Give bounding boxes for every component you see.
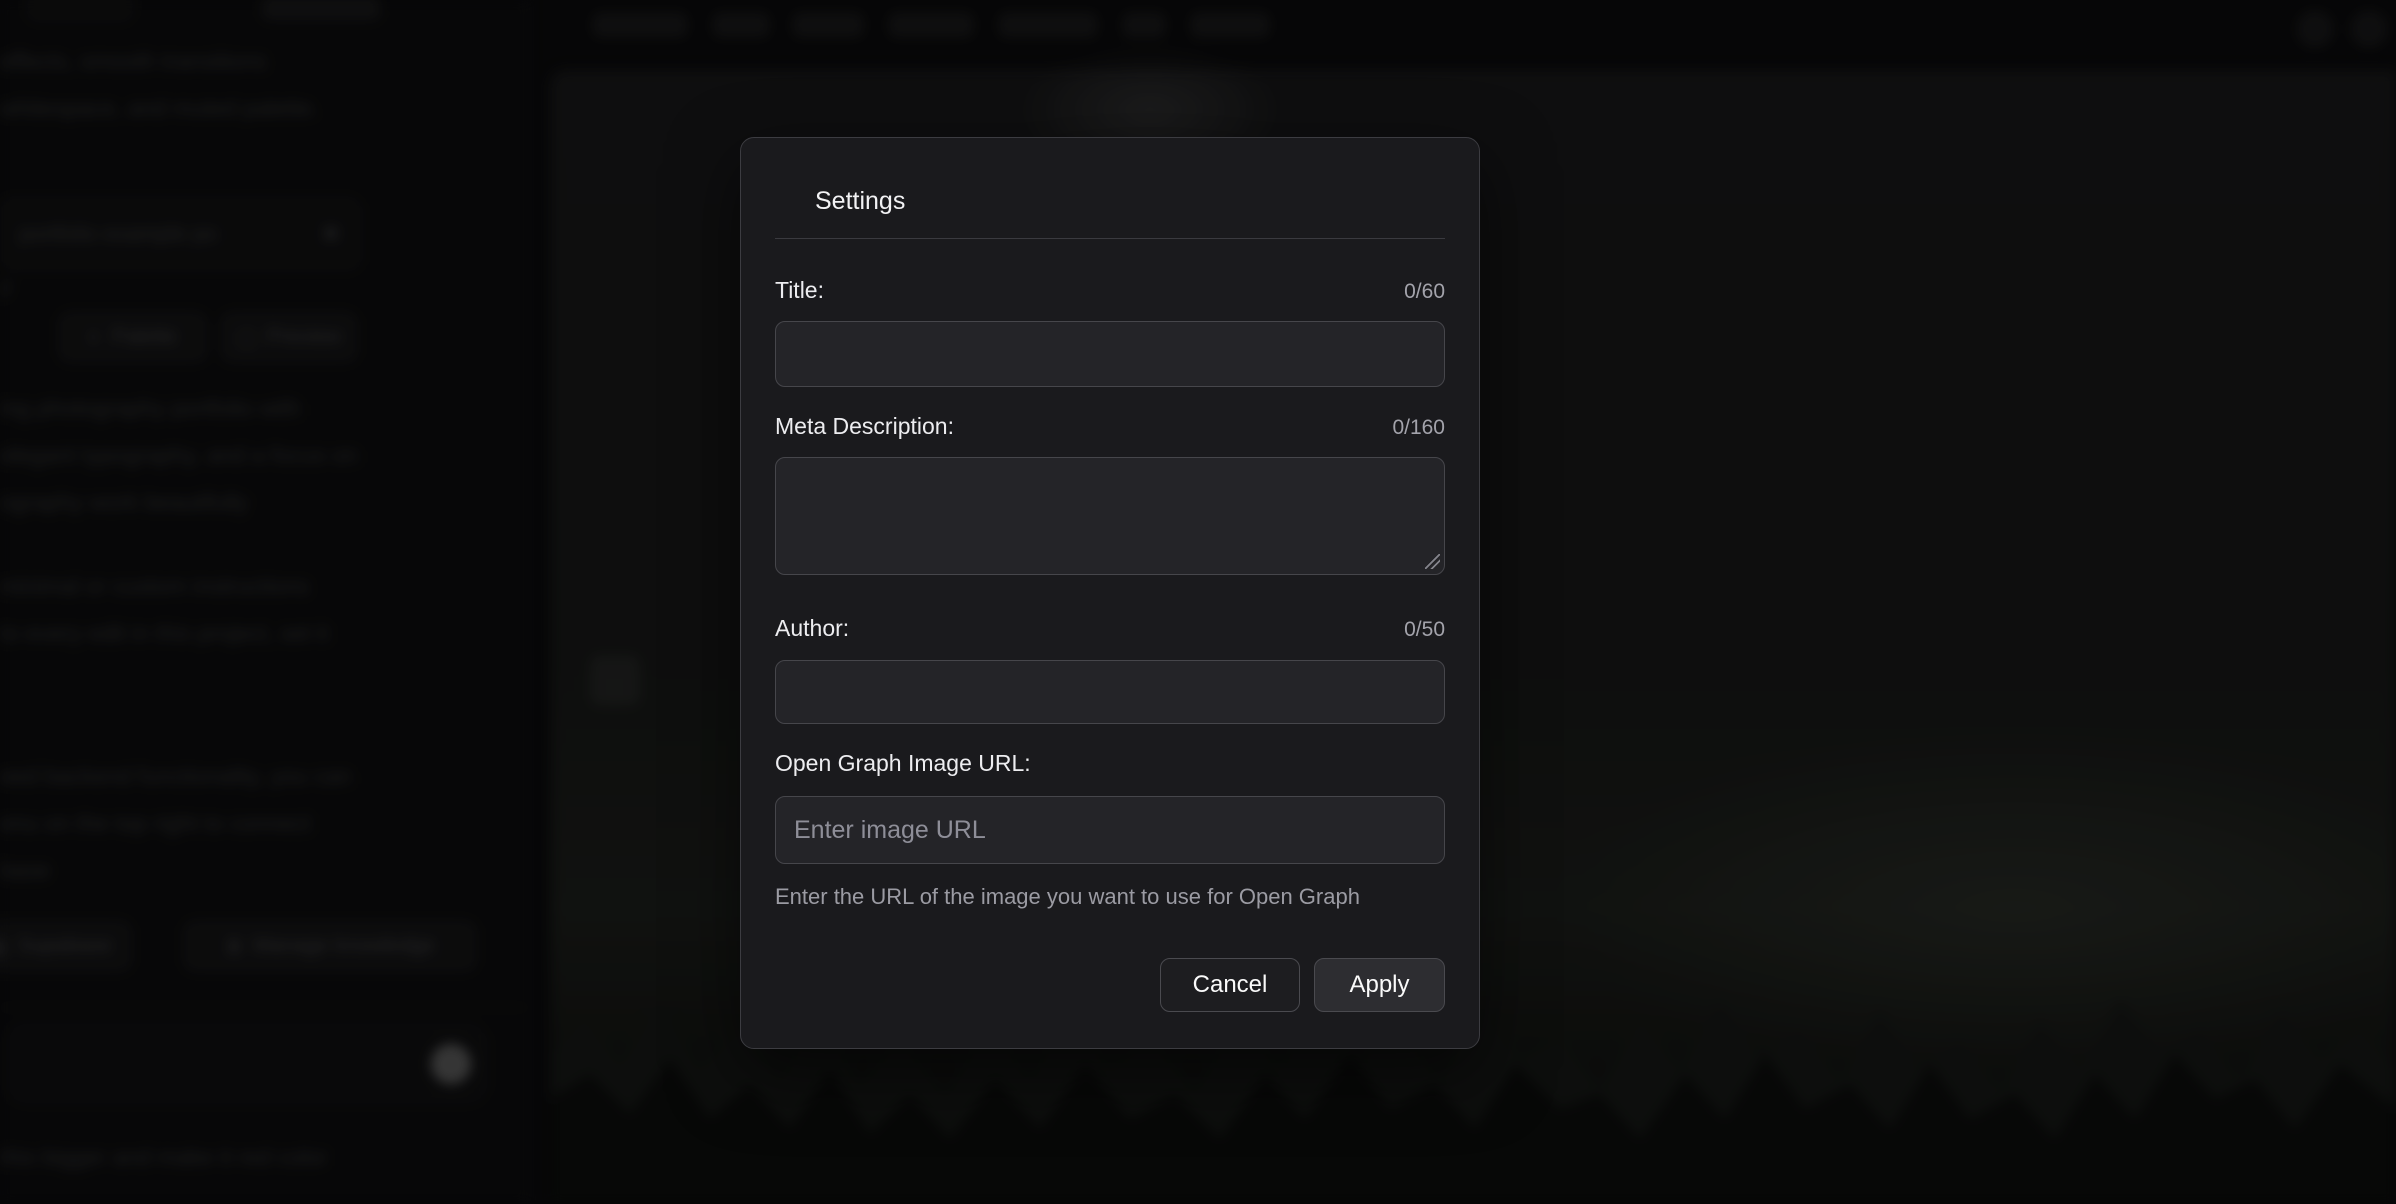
- author-input[interactable]: [775, 660, 1445, 724]
- apply-button[interactable]: Apply: [1314, 958, 1445, 1012]
- author-label: Author:: [775, 615, 849, 642]
- modal-title-divider: [775, 238, 1445, 239]
- cancel-button[interactable]: Cancel: [1160, 958, 1300, 1012]
- modal-actions: Cancel Apply: [775, 958, 1445, 1012]
- settings-modal: Settings Title: 0/60 Meta Description: 0…: [740, 137, 1480, 1049]
- meta-description-area-wrap: [775, 457, 1445, 575]
- og-image-url-input[interactable]: [775, 796, 1445, 864]
- author-field-header: Author: 0/50: [775, 615, 1445, 643]
- title-label: Title:: [775, 277, 824, 304]
- meta-description-field-header: Meta Description: 0/160: [775, 413, 1445, 441]
- author-char-counter: 0/50: [1404, 618, 1445, 642]
- title-char-counter: 0/60: [1404, 280, 1445, 304]
- meta-description-textarea[interactable]: [775, 457, 1445, 575]
- title-input[interactable]: [775, 321, 1445, 387]
- modal-title: Settings: [815, 186, 1445, 216]
- og-image-helper-text: Enter the URL of the image you want to u…: [775, 884, 1445, 910]
- meta-description-char-counter: 0/160: [1392, 416, 1445, 440]
- resize-handle-icon[interactable]: [1425, 554, 1440, 569]
- title-field-header: Title: 0/60: [775, 277, 1445, 305]
- og-image-field-header: Open Graph Image URL:: [775, 750, 1445, 780]
- app-root: effects, smooth transitions whitespace, …: [0, 0, 2396, 1204]
- meta-description-label: Meta Description:: [775, 413, 954, 440]
- og-image-label: Open Graph Image URL:: [775, 750, 1031, 777]
